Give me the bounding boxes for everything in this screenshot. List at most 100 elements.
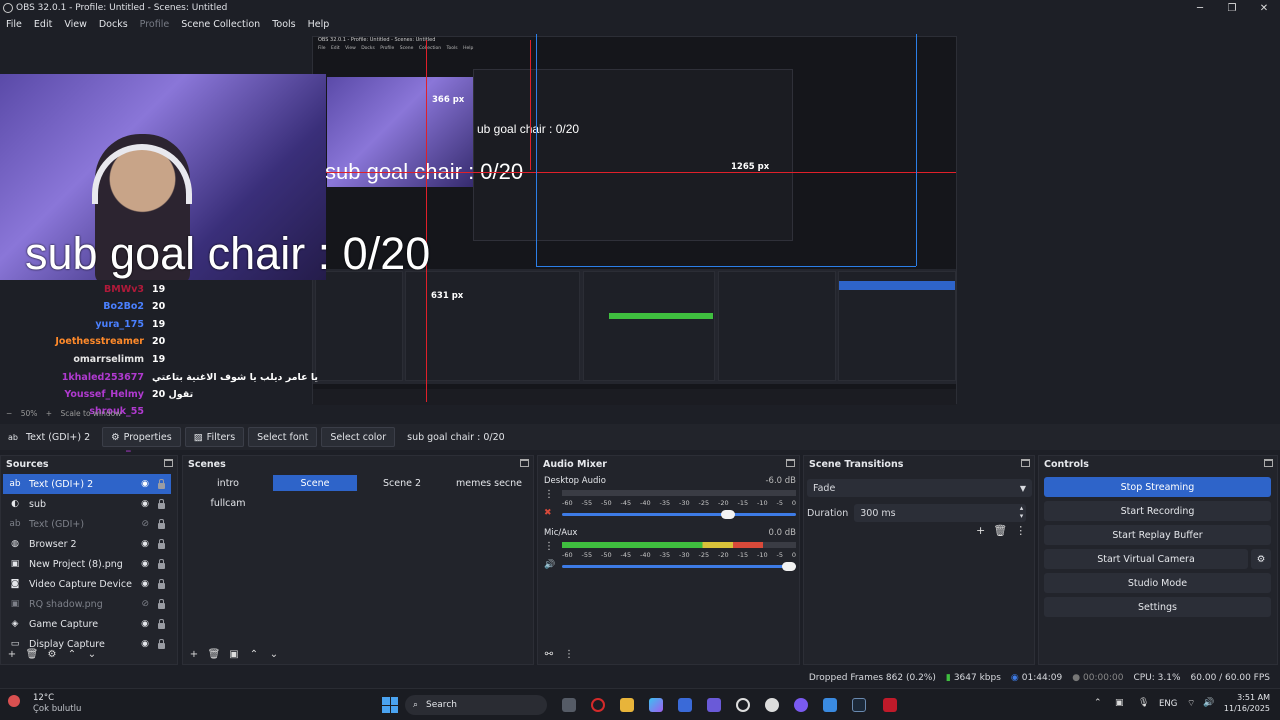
chevron-up-icon[interactable]: ⌃: [65, 649, 79, 660]
channel-menu-icon[interactable]: ⋮: [544, 489, 554, 500]
lock-icon[interactable]: [158, 479, 165, 489]
lock-icon[interactable]: [158, 519, 165, 529]
app-icon[interactable]: [883, 698, 897, 712]
scene-button[interactable]: fullcam: [186, 495, 270, 511]
undock-icon[interactable]: [1264, 459, 1273, 467]
edit-app-icon[interactable]: [823, 698, 837, 712]
menu-profile[interactable]: Profile: [140, 19, 170, 30]
transition-select[interactable]: Fade ▼: [807, 479, 1032, 497]
clock-time[interactable]: 3:51 AM: [1222, 693, 1270, 702]
eye-icon[interactable]: ◉: [141, 619, 149, 629]
studio-mode-button[interactable]: Studio Mode: [1044, 573, 1271, 593]
overlay-text[interactable]: sub goal chair : 0/20: [25, 228, 430, 280]
menu-scene-collection[interactable]: Scene Collection: [181, 19, 260, 30]
scene-button[interactable]: Scene: [273, 475, 357, 491]
virtual-camera-settings-button[interactable]: ⚙: [1251, 549, 1271, 569]
source-item[interactable]: ▣ New Project (8).png ◉: [3, 554, 171, 574]
mic-icon[interactable]: 🎙: [1138, 698, 1149, 708]
eye-icon[interactable]: ◉: [141, 559, 149, 569]
taskbar-search[interactable]: ⌕ Search: [405, 695, 547, 715]
undock-icon[interactable]: [786, 459, 795, 467]
chevron-up-icon[interactable]: ⌃: [1094, 698, 1102, 708]
scene-button[interactable]: Scene 2: [360, 475, 444, 491]
eye-icon[interactable]: ◉: [141, 579, 149, 589]
add-icon[interactable]: +: [976, 524, 985, 537]
close-button[interactable]: ✕: [1248, 0, 1280, 16]
add-icon[interactable]: +: [5, 649, 19, 660]
add-icon[interactable]: +: [187, 649, 201, 660]
lock-icon[interactable]: [158, 619, 165, 629]
copilot-icon[interactable]: [649, 698, 663, 712]
minimize-button[interactable]: ─: [1184, 0, 1216, 16]
source-item[interactable]: ◈ Game Capture ◉: [3, 614, 171, 634]
filter-icon[interactable]: ▣: [227, 649, 241, 660]
start-recording-button[interactable]: Start Recording: [1044, 501, 1271, 521]
scene-button[interactable]: memes secne: [447, 475, 531, 491]
lock-icon[interactable]: [158, 499, 165, 509]
lock-icon[interactable]: [158, 559, 165, 569]
chevron-down-icon[interactable]: ⌄: [267, 649, 281, 660]
settings-button[interactable]: Settings: [1044, 597, 1271, 617]
eye-icon[interactable]: ◉: [141, 479, 149, 489]
spin-icon[interactable]: ▴ ▾: [1020, 504, 1024, 520]
scene-button[interactable]: intro: [186, 475, 270, 491]
menu-file[interactable]: File: [6, 19, 22, 30]
lock-icon[interactable]: [158, 539, 165, 549]
source-item[interactable]: ab Text (GDI+) 2 ◉: [3, 474, 171, 494]
task-view-icon[interactable]: [562, 698, 576, 712]
volume-slider[interactable]: [562, 510, 796, 519]
select-font-button[interactable]: Select font: [248, 427, 318, 447]
language-indicator[interactable]: ENG: [1159, 699, 1177, 709]
discord-icon[interactable]: [794, 698, 808, 712]
gear-icon[interactable]: ⚙: [45, 649, 59, 660]
chevron-up-icon[interactable]: ⌃: [247, 649, 261, 660]
menu-view[interactable]: View: [64, 19, 87, 30]
channel-menu-icon[interactable]: ⋮: [544, 541, 554, 552]
store-icon[interactable]: [678, 698, 692, 712]
network-icon[interactable]: ▣: [1115, 698, 1124, 708]
teams-icon[interactable]: [707, 698, 721, 712]
zoom-percent[interactable]: 50%: [21, 409, 38, 418]
start-icon[interactable]: [382, 697, 398, 713]
file-explorer-icon[interactable]: [620, 698, 634, 712]
wifi-icon[interactable]: ⌔: [1187, 698, 1195, 709]
trash-icon[interactable]: 🗑: [25, 649, 39, 660]
volume-slider[interactable]: [562, 562, 796, 571]
eye-icon[interactable]: ◉: [141, 539, 149, 549]
opera-icon[interactable]: [591, 698, 605, 712]
eye-icon[interactable]: ◉: [141, 499, 149, 509]
more-icon[interactable]: ⋮: [1015, 524, 1026, 537]
slider-knob[interactable]: [721, 510, 736, 519]
chevron-down-icon[interactable]: ⌄: [85, 649, 99, 660]
start-replay-buffer-button[interactable]: Start Replay Buffer: [1044, 525, 1271, 545]
maximize-button[interactable]: ❐: [1216, 0, 1248, 16]
lock-icon[interactable]: [158, 599, 165, 609]
volume-icon[interactable]: 🔊: [1203, 698, 1214, 708]
eye-icon[interactable]: ◉: [141, 639, 149, 649]
source-item[interactable]: ▣ RQ shadow.png ⊘: [3, 594, 171, 614]
menu-docks[interactable]: Docks: [99, 19, 128, 30]
undock-icon[interactable]: [164, 459, 173, 467]
source-item[interactable]: ◍ Browser 2 ◉: [3, 534, 171, 554]
select-color-button[interactable]: Select color: [321, 427, 396, 447]
weather-temp[interactable]: 12°C: [33, 693, 54, 703]
undock-icon[interactable]: [520, 459, 529, 467]
steam-icon[interactable]: [852, 698, 866, 712]
filters-button[interactable]: ▨ Filters: [184, 427, 245, 447]
trash-icon[interactable]: 🗑: [207, 649, 221, 660]
speaker-icon[interactable]: 🔊: [544, 560, 555, 570]
music-icon[interactable]: [765, 698, 779, 712]
weather-desc[interactable]: Çok bulutlu: [33, 704, 81, 714]
start-virtual-camera-button[interactable]: Start Virtual Camera: [1044, 549, 1248, 569]
eye-closed-icon[interactable]: ⊘: [141, 599, 149, 609]
obs-taskbar-icon[interactable]: [736, 698, 750, 712]
trash-icon[interactable]: 🗑: [993, 524, 1007, 537]
link-icon[interactable]: ⚯: [542, 649, 556, 660]
lock-icon[interactable]: [158, 639, 165, 649]
source-item[interactable]: ab Text (GDI+) ⊘: [3, 514, 171, 534]
source-item[interactable]: ◐ sub ◉: [3, 494, 171, 514]
menu-edit[interactable]: Edit: [34, 19, 52, 30]
menu-help[interactable]: Help: [308, 19, 330, 30]
eye-closed-icon[interactable]: ⊘: [141, 519, 149, 529]
undock-icon[interactable]: [1021, 459, 1030, 467]
